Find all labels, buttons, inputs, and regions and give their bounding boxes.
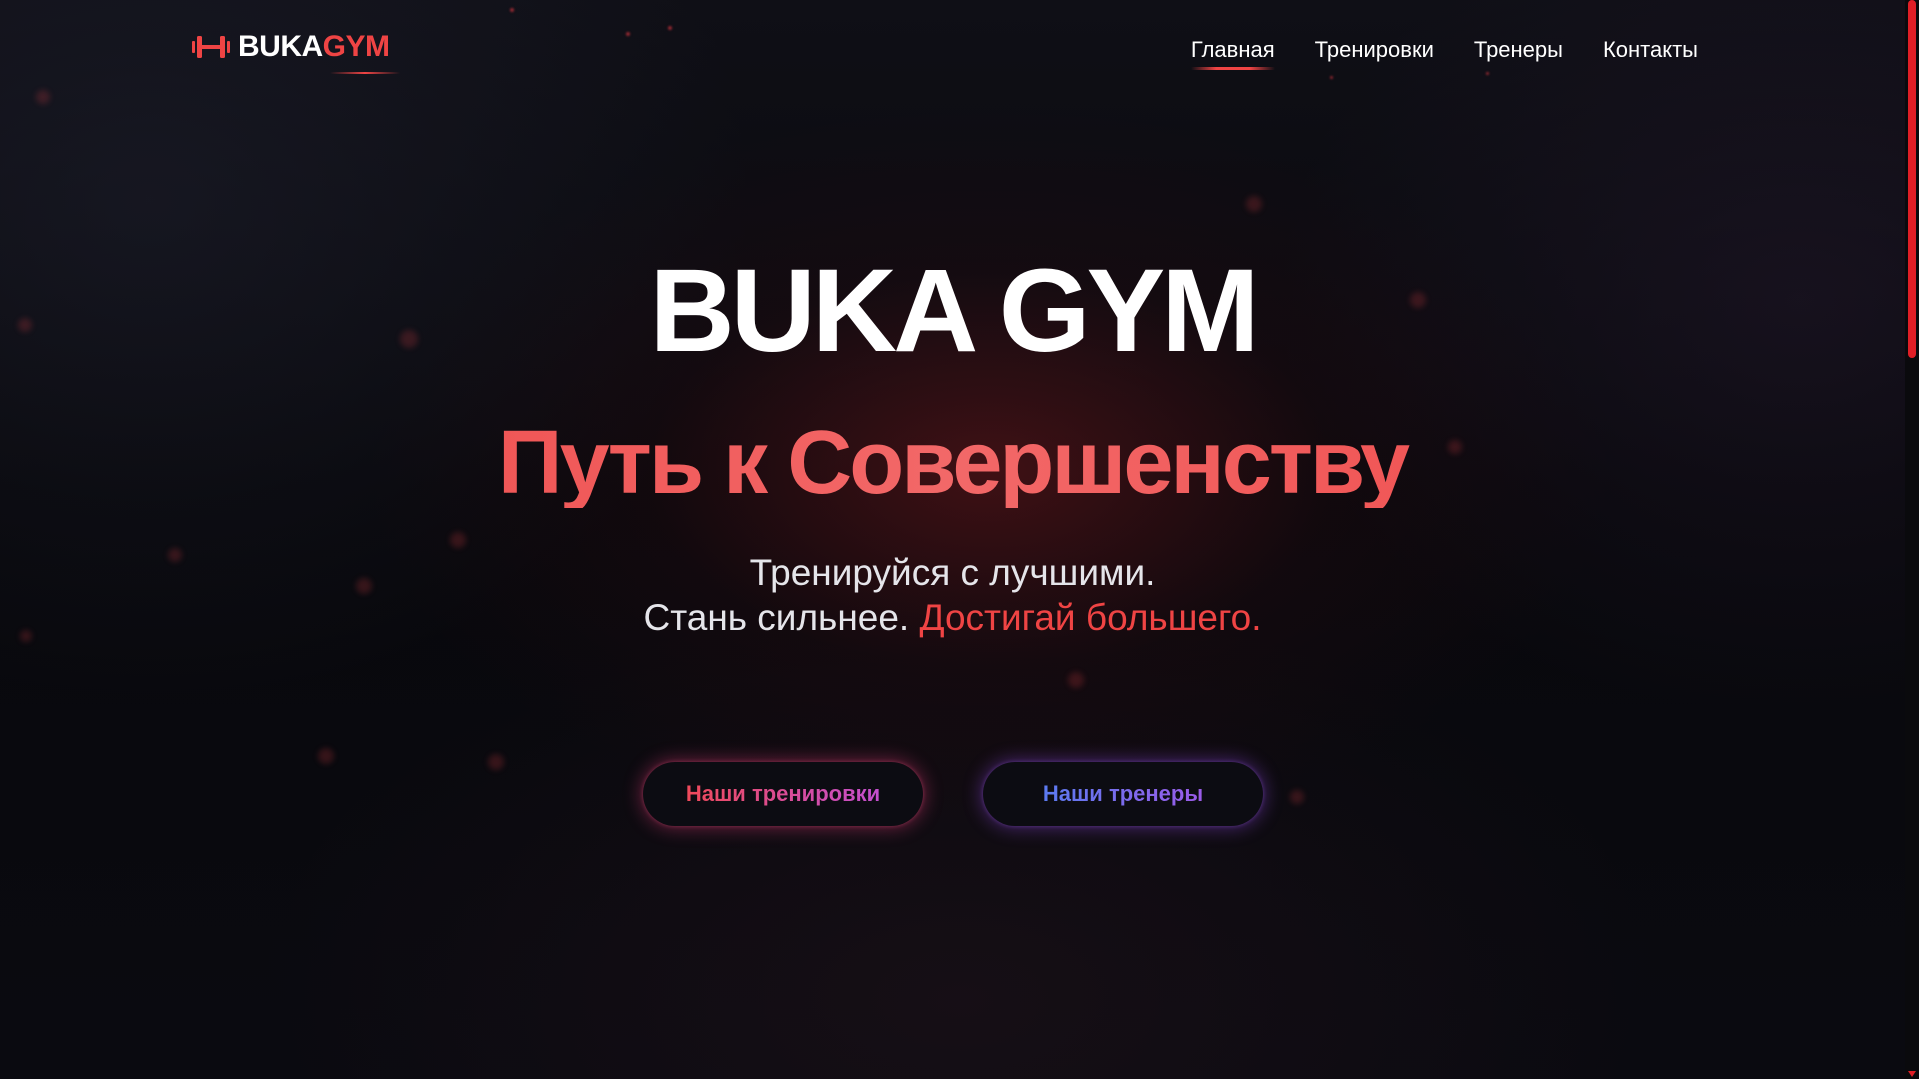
nav-item-home[interactable]: Главная — [1190, 36, 1275, 70]
particle — [1068, 672, 1084, 688]
dumbbell-icon — [192, 33, 230, 61]
our-trainers-button-label: Наши тренеры — [1042, 781, 1204, 806]
site-header: BUKAGYM Главная Тренировки Тренеры Конта… — [0, 0, 1905, 100]
tagline-white-text: Стань сильнее. — [643, 597, 910, 638]
logo-text-accent: GYM — [322, 30, 390, 63]
hero-title: BUKA GYM — [649, 245, 1259, 377]
nav-item-trainers[interactable]: Тренеры — [1474, 36, 1563, 64]
tagline-line-1: Тренируйся с лучшими. — [749, 552, 1156, 593]
logo-underline — [330, 72, 400, 74]
logo-text: BUKAGYM — [238, 32, 390, 62]
nav-item-contacts[interactable]: Контакты — [1603, 36, 1698, 64]
nav-item-workouts[interactable]: Тренировки — [1315, 36, 1434, 64]
particle — [1246, 196, 1262, 212]
particle — [1290, 790, 1304, 804]
hero-subtitle: Путь к Совершенству — [0, 418, 1905, 508]
our-trainers-button[interactable]: Наши тренеры — [983, 762, 1263, 826]
particle — [318, 748, 334, 764]
our-workouts-button[interactable]: Наши тренировки — [643, 762, 923, 826]
particle — [488, 754, 504, 770]
main-nav: Главная Тренировки Тренеры Контакты — [1190, 36, 1698, 70]
page: BUKAGYM Главная Тренировки Тренеры Конта… — [0, 0, 1919, 1079]
tagline-red-text: Достигай большего. — [919, 597, 1262, 638]
hero-tagline: Тренируйся с лучшими. Стань сильнее. Дос… — [0, 550, 1905, 640]
scrollbar[interactable] — [1905, 0, 1919, 1079]
scroll-down-arrow-icon[interactable] — [1908, 1071, 1916, 1077]
logo[interactable]: BUKAGYM — [192, 32, 400, 74]
logo-text-primary: BUKA — [238, 30, 323, 63]
tagline-line-2: Стань сильнее. Достигай большего. — [0, 595, 1905, 640]
particle — [450, 532, 466, 548]
our-workouts-button-label: Наши тренировки — [685, 781, 881, 806]
scrollbar-thumb[interactable] — [1908, 0, 1916, 358]
